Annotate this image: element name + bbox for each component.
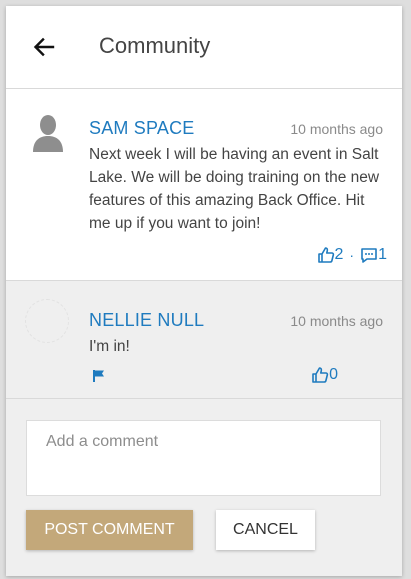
avatar (25, 299, 69, 343)
page-title: Community (99, 33, 211, 58)
thumbs-up-icon (312, 367, 329, 383)
reply-author[interactable]: NELLIE NULL (89, 310, 204, 331)
community-panel: Community SAM SPACE 10 months ago Next w… (6, 6, 402, 576)
reply-timestamp: 10 months ago (290, 313, 383, 329)
reply-body: I'm in! (89, 338, 130, 355)
flag-icon (93, 370, 104, 382)
person-silhouette-icon (33, 115, 63, 152)
post-actions: 2 · 1 (317, 246, 387, 264)
comment-icon (361, 248, 377, 263)
flag-button[interactable] (92, 369, 106, 383)
arrow-left-icon (33, 37, 55, 57)
comment-count: 1 (378, 246, 387, 263)
reply-card: NELLIE NULL 10 months ago I'm in! 0 (6, 281, 402, 399)
comment-input[interactable] (26, 420, 381, 496)
header: Community (6, 6, 402, 89)
like-button[interactable]: 2 (317, 246, 344, 264)
like-count: 0 (329, 366, 338, 383)
post-author[interactable]: SAM SPACE (89, 118, 195, 139)
actions-separator: · (349, 247, 355, 263)
thumbs-up-icon (317, 247, 334, 263)
post-timestamp: 10 months ago (290, 121, 383, 137)
like-count: 2 (334, 246, 344, 263)
back-button[interactable] (30, 33, 58, 61)
comment-button[interactable]: 1 (360, 246, 387, 264)
like-button[interactable]: 0 (311, 366, 338, 384)
post-body: Next week I will be having an event in S… (89, 146, 380, 232)
cancel-button[interactable]: CANCEL (216, 510, 315, 550)
avatar (31, 114, 65, 152)
post-comment-button[interactable]: POST COMMENT (26, 510, 193, 550)
post-card: SAM SPACE 10 months ago Next week I will… (6, 89, 402, 281)
comment-form: POST COMMENT CANCEL (6, 399, 402, 576)
